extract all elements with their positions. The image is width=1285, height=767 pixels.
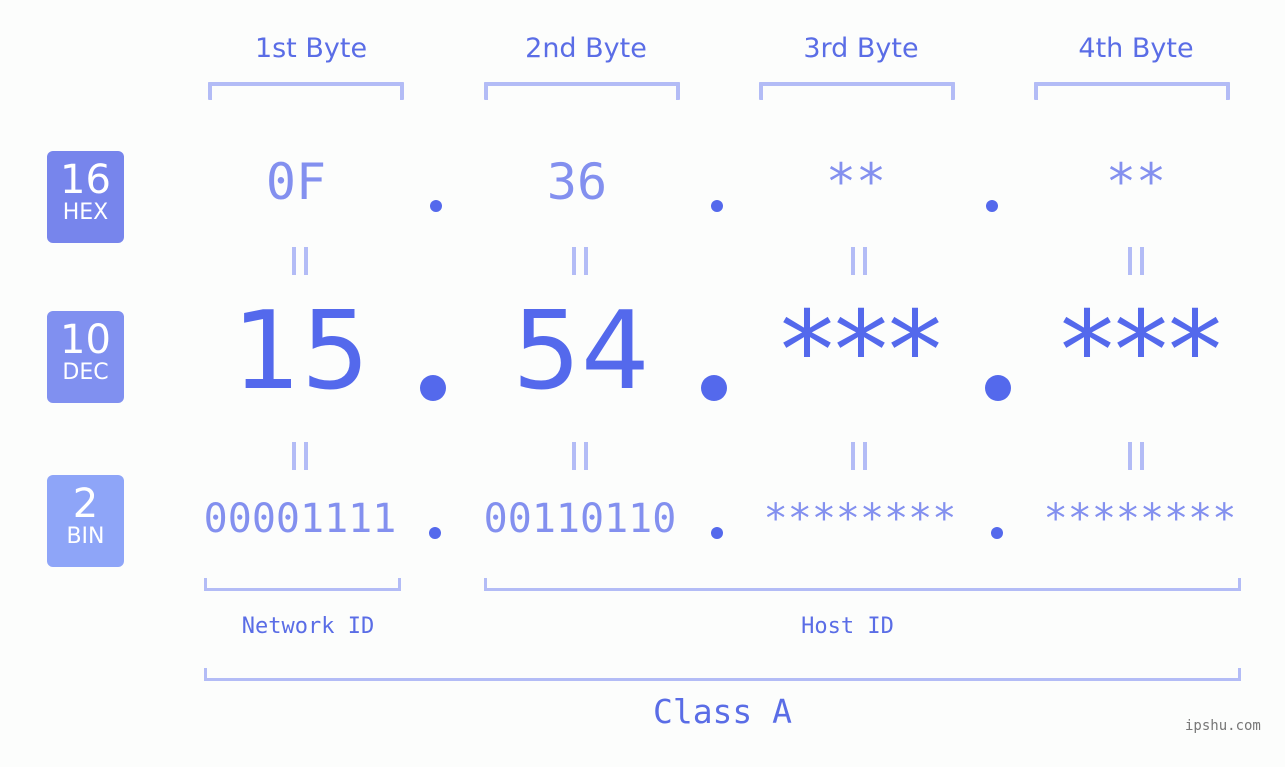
host-id-label: Host ID — [801, 614, 894, 639]
dec-dot-3 — [985, 375, 1011, 401]
equals-icon — [292, 442, 308, 470]
byte-header-3: 3rd Byte — [803, 33, 919, 64]
equals-icon — [1128, 247, 1144, 275]
dec-badge-label: DEC — [62, 360, 109, 385]
class-label: Class A — [652, 692, 793, 731]
byte-bracket-1 — [208, 82, 404, 100]
equals-icon — [851, 247, 867, 275]
byte-bracket-3 — [759, 82, 955, 100]
hex-badge: 16 HEX — [47, 151, 124, 243]
hex-octet-2: 36 — [546, 153, 608, 211]
dec-dot-1 — [420, 375, 446, 401]
hex-dot-3 — [986, 200, 998, 212]
bin-badge-base: 2 — [72, 481, 99, 527]
equals-icon — [292, 247, 308, 275]
dec-badge: 10 DEC — [47, 311, 124, 403]
bin-octet-3: ******** — [763, 496, 957, 542]
equals-icon — [1128, 442, 1144, 470]
host-id-bracket — [484, 578, 1241, 591]
dec-octet-1: 15 — [232, 289, 370, 414]
bin-octet-4: ******** — [1043, 496, 1237, 542]
byte-header-4: 4th Byte — [1078, 33, 1194, 64]
equals-icon — [572, 442, 588, 470]
hex-dot-1 — [430, 200, 442, 212]
hex-octet-1: 0F — [265, 153, 327, 211]
class-bracket — [204, 668, 1241, 681]
dec-octet-4: *** — [1060, 289, 1222, 414]
hex-badge-base: 16 — [60, 157, 111, 203]
byte-header-2: 2nd Byte — [525, 33, 647, 64]
hex-octet-3: ** — [825, 153, 887, 211]
watermark: ipshu.com — [1185, 718, 1261, 734]
dec-octet-2: 54 — [512, 289, 650, 414]
bin-dot-2 — [711, 527, 723, 539]
network-id-label: Network ID — [241, 614, 375, 639]
equals-icon — [851, 442, 867, 470]
dec-badge-base: 10 — [60, 317, 111, 363]
byte-bracket-2 — [484, 82, 680, 100]
bin-dot-1 — [429, 527, 441, 539]
equals-icon — [572, 247, 588, 275]
bin-badge-label: BIN — [66, 524, 105, 549]
bin-octet-1: 00001111 — [203, 496, 397, 542]
bin-dot-3 — [991, 527, 1003, 539]
dec-octet-3: *** — [780, 289, 942, 414]
hex-octet-4: ** — [1105, 153, 1167, 211]
bin-badge: 2 BIN — [47, 475, 124, 567]
network-id-bracket — [204, 578, 401, 591]
dec-dot-2 — [701, 375, 727, 401]
bin-octet-2: 00110110 — [483, 496, 677, 542]
byte-header-1: 1st Byte — [254, 33, 368, 64]
hex-badge-label: HEX — [62, 200, 109, 225]
byte-bracket-4 — [1034, 82, 1230, 100]
hex-dot-2 — [711, 200, 723, 212]
